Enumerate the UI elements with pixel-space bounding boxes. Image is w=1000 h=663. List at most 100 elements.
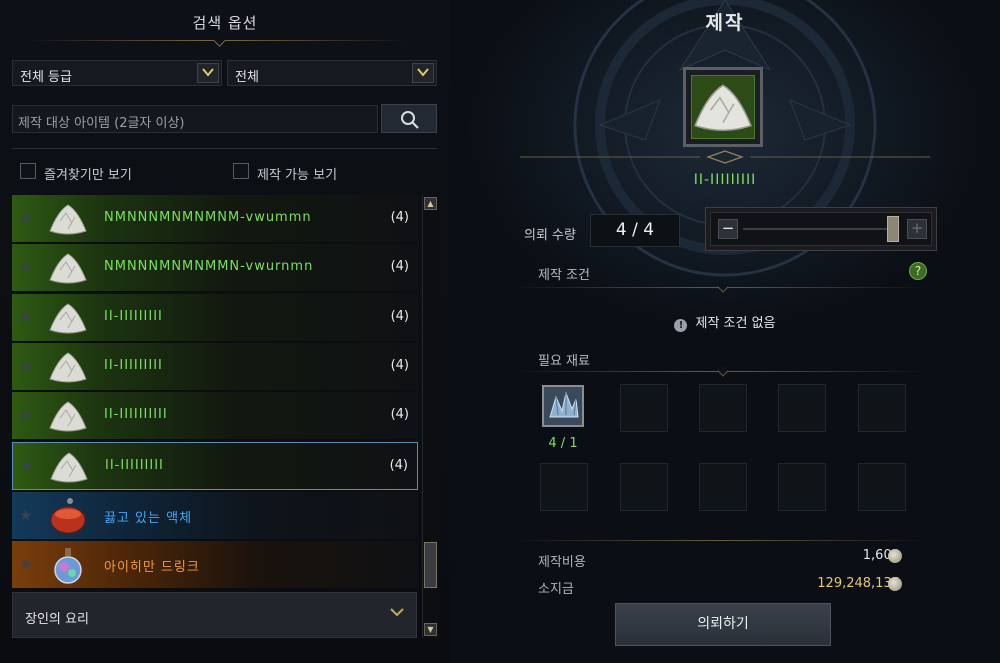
target-item-name: II-IIIIIIIII [693, 172, 757, 188]
quantity-input[interactable]: 4 / 4 [590, 214, 680, 247]
list-item[interactable]: ★ II-IIIIIIIII (4) [12, 343, 418, 391]
material-slot-empty [620, 463, 668, 511]
chevron-down-icon [390, 605, 404, 621]
material-slot-empty [778, 384, 826, 432]
target-item-inner [691, 75, 755, 139]
slider-track[interactable] [743, 228, 893, 230]
crystal-ore-icon [549, 391, 579, 418]
category-dropdown-label: 전체 [235, 70, 259, 85]
item-list: ★ NMNNNMNMNMNM-vwummn (4) ★ NMNNNMNMNMMN… [12, 195, 418, 590]
salt-pile-icon [49, 303, 87, 334]
silver-coin-icon [888, 549, 902, 563]
no-conditions-label: 제작 조건 없음 [695, 316, 776, 331]
divider [12, 148, 437, 149]
salt-pile-icon [49, 401, 87, 432]
star-icon[interactable]: ★ [19, 258, 32, 276]
cost-label: 제작비용 [538, 555, 586, 570]
divider [512, 540, 930, 541]
item-count: (4) [390, 309, 409, 324]
material-slot-empty [699, 463, 747, 511]
item-name: NMNNNMNMNMMN-vwurnmn [104, 259, 314, 274]
checkbox-box[interactable] [233, 163, 249, 179]
category-footer-dropdown[interactable]: 장인의 요리 [12, 592, 417, 638]
title-notch [213, 34, 226, 47]
scroll-down-button[interactable]: ▼ [424, 623, 437, 636]
materials-label: 필요 재료 [538, 354, 590, 369]
star-icon[interactable]: ★ [19, 506, 32, 524]
slider-thumb[interactable] [887, 216, 899, 242]
chevron-down-icon[interactable] [197, 63, 219, 83]
question-icon[interactable]: ? [909, 262, 927, 280]
panel-title: 검색 옵션 [192, 14, 258, 32]
star-icon[interactable]: ★ [19, 308, 32, 326]
scroll-up-button[interactable]: ▲ [424, 197, 437, 210]
material-slot-empty [858, 384, 906, 432]
salt-pile-icon [50, 452, 88, 483]
item-count: (4) [390, 407, 409, 422]
material-slot-empty [540, 463, 588, 511]
star-icon[interactable]: ★ [19, 555, 32, 573]
list-item[interactable]: ★ II-IIIIIIIIII (4) [12, 392, 418, 440]
star-icon[interactable]: ★ [19, 209, 32, 227]
list-item-selected[interactable]: ★ II-IIIIIIIII (4) [12, 442, 418, 490]
item-count: (4) [390, 210, 409, 225]
item-name: II-IIIIIIIIII [104, 407, 168, 422]
salt-pile-icon [49, 204, 87, 235]
list-item[interactable]: ★ NMNNNMNMNMMN-vwurnmn (4) [12, 244, 418, 292]
list-item[interactable]: ★ 아이히만 드링크 [12, 541, 418, 589]
flask-icon [54, 548, 82, 584]
increase-button[interactable]: + [907, 219, 927, 239]
item-count: (4) [390, 259, 409, 274]
commit-button[interactable]: 의뢰하기 [615, 603, 831, 646]
salt-pile-icon [49, 352, 87, 383]
target-item-slot[interactable] [683, 67, 763, 147]
item-name: 끓고 있는 액체 [104, 511, 193, 526]
material-count: 4 / 1 [548, 436, 578, 451]
star-icon[interactable]: ★ [19, 357, 32, 375]
craftable-label: 제작 가능 보기 [257, 168, 338, 183]
material-slot-empty [620, 384, 668, 432]
conditions-label: 제작 조건 [538, 268, 590, 283]
item-name: II-IIIIIIIII [104, 309, 163, 324]
decrease-button[interactable]: − [718, 219, 738, 239]
grade-dropdown-label: 전체 등급 [20, 70, 72, 85]
search-panel: 검색 옵션 전체 등급 전체 제작 대상 아이템 (2글자 이상) 즐겨찾기만 … [0, 0, 450, 663]
money-label: 소지금 [538, 582, 574, 597]
salt-pile-icon [694, 84, 752, 132]
search-placeholder: 제작 대상 아이템 (2글자 이상) [18, 116, 185, 131]
item-name: NMNNNMNMNMNM-vwummn [104, 210, 312, 225]
material-slot[interactable] [542, 385, 584, 427]
category-footer-label: 장인의 요리 [25, 612, 89, 627]
slider-inner: − + [710, 212, 932, 246]
item-name: 아이히만 드링크 [104, 560, 200, 575]
list-item[interactable]: ★ 끓고 있는 액체 [12, 492, 418, 540]
material-slot-empty [858, 463, 906, 511]
category-dropdown[interactable]: 전체 [227, 60, 437, 86]
list-item[interactable]: ★ II-IIIIIIIII (4) [12, 294, 418, 342]
search-input[interactable]: 제작 대상 아이템 (2글자 이상) [12, 105, 378, 133]
craft-panel: 제작 II-IIIIIIIII 의뢰 수량 4 / 4 − + 제작 조건 ? … [450, 0, 1000, 663]
list-item[interactable]: ★ NMNNNMNMNMNM-vwummn (4) [12, 195, 418, 243]
item-count: (4) [389, 458, 408, 473]
search-icon [401, 111, 419, 129]
info-icon: ! [674, 319, 688, 332]
potion-bowl-icon [50, 498, 86, 534]
grade-dropdown[interactable]: 전체 등급 [12, 60, 222, 86]
chevron-down-icon[interactable] [412, 63, 434, 83]
quantity-slider[interactable]: − + [705, 207, 937, 251]
search-button[interactable] [381, 104, 437, 133]
checkbox-box[interactable] [20, 163, 36, 179]
divider-notch [717, 365, 729, 377]
scrollbar[interactable]: ▲ ▼ [422, 195, 439, 638]
scroll-thumb[interactable] [424, 542, 437, 588]
favorites-label: 즐겨찾기만 보기 [44, 168, 132, 183]
ornament-divider [520, 150, 930, 164]
silver-coin-icon [888, 577, 902, 591]
quantity-label: 의뢰 수량 [524, 228, 576, 243]
item-name: II-IIIIIIIII [105, 458, 164, 473]
star-icon[interactable]: ★ [20, 457, 33, 475]
material-slot-empty [699, 384, 747, 432]
craft-title: 제작 [705, 12, 745, 34]
salt-pile-icon [49, 253, 87, 284]
star-icon[interactable]: ★ [19, 406, 32, 424]
